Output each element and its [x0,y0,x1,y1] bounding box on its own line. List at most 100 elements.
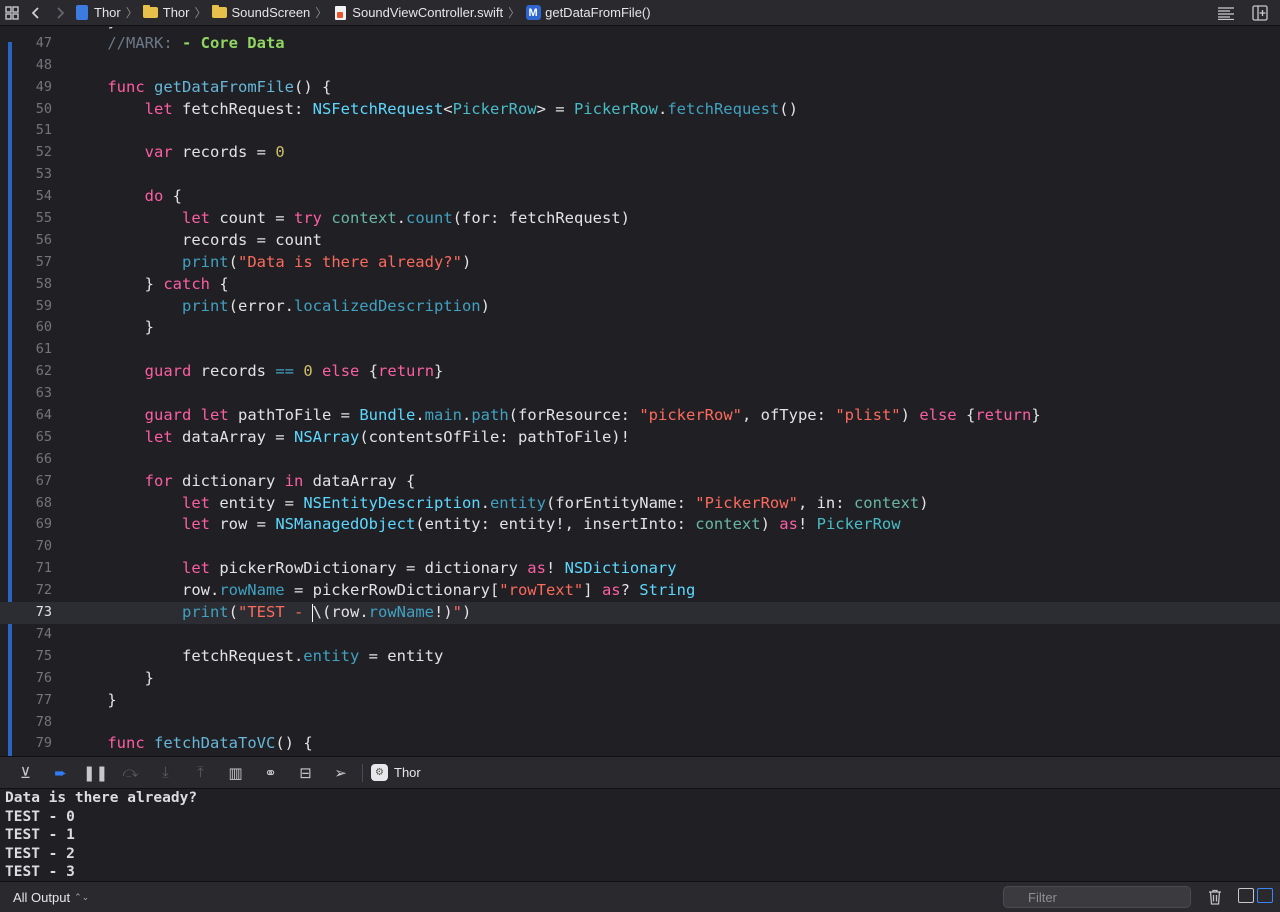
code-token: else [322,362,360,381]
line-number: 59 [35,297,52,314]
code-line[interactable]: 61 [0,339,1280,361]
code-token: . [480,493,490,512]
step-over-icon[interactable]: ⤼ [113,761,148,785]
code-line[interactable]: 72 row.rowName = pickerRowDictionary["ro… [0,580,1280,602]
code-text: let pickerRowDictionary = dictionary as!… [70,558,677,580]
code-line[interactable]: 55 let count = try context.count(for: fe… [0,208,1280,230]
line-number: 79 [35,735,52,752]
code-token: func [107,734,145,753]
console-line: TEST - 0 [5,808,75,825]
breadcrumb-group-soundscreen[interactable]: SoundScreen [212,5,310,20]
code-token: (forEntityName: [545,493,696,512]
console-line: TEST - 2 [5,845,75,862]
breadcrumb-project[interactable]: Thor [74,5,121,20]
code-line[interactable]: 78 [0,712,1280,734]
code-text: //MARK: - Core Data [70,33,284,55]
back-chevron-icon[interactable] [24,1,48,25]
line-number: 50 [35,100,52,117]
code-token: rowName [368,603,434,622]
code-line[interactable]: 58 } catch { [0,274,1280,296]
variables-view-toggle-icon[interactable] [1238,888,1254,903]
code-line[interactable]: 53 [0,164,1280,186]
code-line[interactable]: 62 guard records == 0 else {return} [0,361,1280,383]
code-token: } [70,668,154,687]
step-into-icon[interactable]: ⤓ [148,761,183,785]
memory-graph-icon[interactable]: ⚭ [253,761,288,785]
trash-icon[interactable] [1208,889,1222,909]
code-line[interactable]: 60 } [0,317,1280,339]
code-token: NSDictionary [564,559,677,578]
console-output[interactable]: Data is there already? TEST - 0 TEST - 1 TE… [0,789,1280,881]
breadcrumb-group-thor[interactable]: Thor [143,5,189,20]
code-line[interactable]: 68 let entity = NSEntityDescription.enti… [0,493,1280,515]
breadcrumb-method[interactable]: M getDataFromFile() [525,5,651,20]
output-filter-select[interactable]: All Output ⌃⌄ [13,890,89,905]
code-token: ) [480,296,490,315]
code-token: records = [172,143,276,162]
code-token: print [181,603,229,622]
code-token: () { [293,77,332,96]
code-line[interactable]: 70 [0,536,1280,558]
code-token: do [144,187,164,206]
code-line[interactable]: 47 //MARK: - Core Data [0,33,1280,55]
code-token: ? [620,581,640,600]
code-token: ! [797,515,817,534]
code-line[interactable]: 66 [0,449,1280,471]
code-token: { [956,406,976,425]
line-number: 66 [35,450,52,467]
code-line[interactable]: 76 } [0,668,1280,690]
code-token: else [919,406,957,425]
code-line[interactable]: 52 var records = 0 [0,142,1280,164]
updown-chevron-icon: ⌃⌄ [74,891,90,902]
code-line[interactable]: 71 let pickerRowDictionary = dictionary … [0,558,1280,580]
code-token: "plist" [835,406,901,425]
related-items-icon[interactable] [0,1,24,25]
code-token: } [70,27,116,30]
code-line[interactable]: 63 [0,383,1280,405]
console-view-toggle-icon[interactable] [1257,888,1273,903]
source-editor[interactable]: 46 }47 //MARK: - Core Data4849 func getD… [0,27,1280,756]
console-filter-input[interactable] [1003,886,1191,908]
code-token: count [406,209,453,228]
console-line: Data is there already? [5,790,198,806]
step-out-icon[interactable]: ⤒ [183,761,218,785]
add-editor-icon[interactable] [1248,1,1272,25]
code-line[interactable]: 57 print("Data is there already?") [0,252,1280,274]
code-line[interactable]: 65 let dataArray = NSArray(contentsOfFil… [0,427,1280,449]
code-line[interactable]: 69 let row = NSManagedObject(entity: ent… [0,514,1280,536]
hide-debug-area-icon[interactable]: ⊻ [8,761,43,785]
code-line[interactable]: 79 func fetchDataToVC() { [0,733,1280,755]
code-line[interactable]: 51 [0,120,1280,142]
editor-options-icon[interactable] [1214,1,1238,25]
code-token: ! [545,559,565,578]
code-line[interactable]: 49 func getDataFromFile() { [0,77,1280,99]
pause-icon[interactable]: ❚❚ [78,761,113,785]
breadcrumb-file[interactable]: SoundViewController.swift [332,5,503,20]
breakpoints-toggle-icon[interactable]: ➨ [43,761,78,785]
code-line[interactable]: 64 guard let pathToFile = Bundle.main.pa… [0,405,1280,427]
simulate-location-icon[interactable]: ➢ [323,761,358,785]
code-line[interactable]: 67 for dictionary in dataArray { [0,471,1280,493]
code-token: } [70,690,117,709]
code-line[interactable]: 73 print("TEST - \(row.rowName!)") [0,602,1280,624]
process-target[interactable]: ⚙ Thor [371,764,421,781]
code-line[interactable]: 77 } [0,690,1280,712]
code-line[interactable]: 56 records = count [0,230,1280,252]
forward-chevron-icon[interactable] [48,1,72,25]
code-line[interactable]: 75 fetchRequest.entity = entity [0,646,1280,668]
line-number: 55 [35,210,52,227]
environment-overrides-icon[interactable]: ⊟ [288,761,323,785]
code-line[interactable]: 48 [0,55,1280,77]
console-line: TEST - 3 [5,864,75,880]
code-line[interactable]: 74 [0,624,1280,646]
code-line[interactable]: 59 print(error.localizedDescription) [0,296,1280,318]
view-hierarchy-icon[interactable]: ▥ [218,761,253,785]
code-line[interactable]: 54 do { [0,186,1280,208]
code-text: } [70,668,154,690]
code-line[interactable]: 50 let fetchRequest: NSFetchRequest<Pick… [0,99,1280,121]
code-token: dataArray { [303,471,416,490]
